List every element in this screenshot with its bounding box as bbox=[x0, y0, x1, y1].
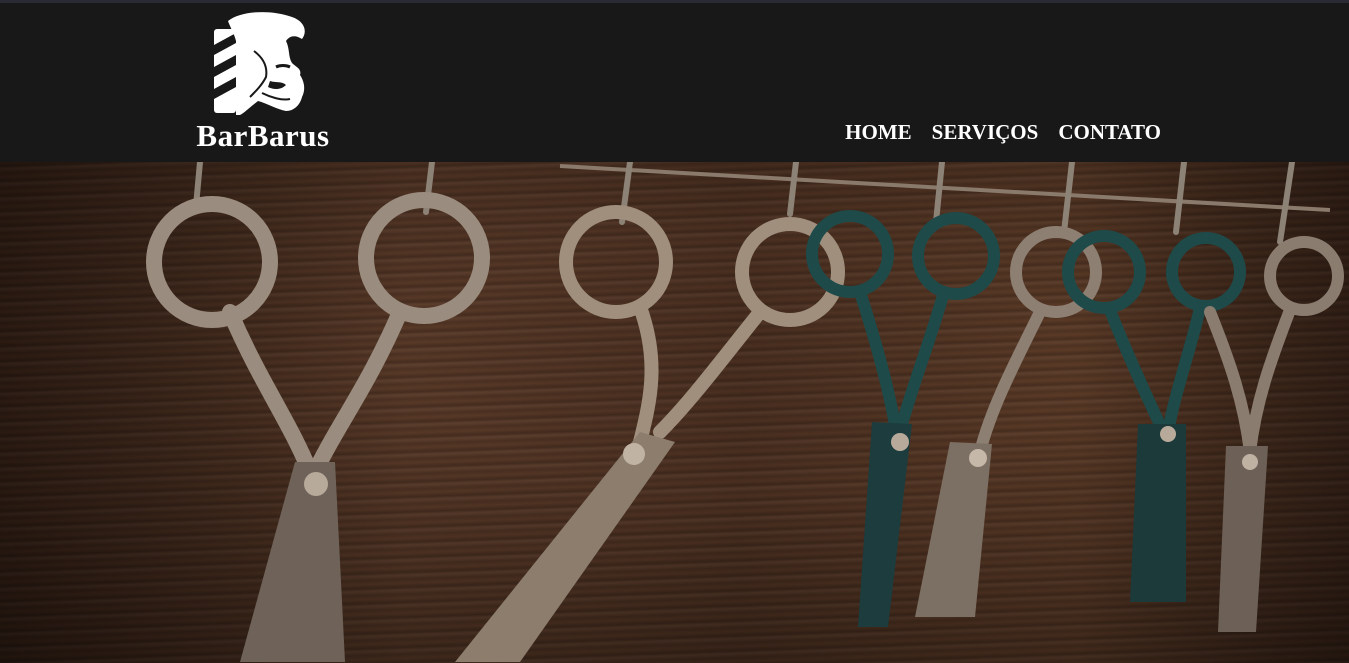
nav-contact-link[interactable]: CONTATO bbox=[1058, 119, 1161, 145]
hanging-scissors-illustration bbox=[146, 162, 1344, 662]
site-header: BarBarus HOME SERVIÇOS CONTATO bbox=[0, 3, 1349, 162]
main-nav: HOME SERVIÇOS CONTATO bbox=[845, 119, 1161, 145]
scissors-2 bbox=[559, 205, 845, 449]
hero-banner-image bbox=[0, 162, 1349, 663]
brand-name: BarBarus bbox=[196, 118, 330, 153]
nav-home-link[interactable]: HOME bbox=[845, 119, 912, 145]
scissors-6 bbox=[1204, 236, 1344, 458]
brand-logo[interactable]: BarBarus bbox=[188, 11, 338, 153]
scissors-1 bbox=[146, 192, 490, 480]
nav-services-link[interactable]: SERVIÇOS bbox=[932, 119, 1039, 145]
barber-head-logo-icon bbox=[214, 12, 305, 115]
